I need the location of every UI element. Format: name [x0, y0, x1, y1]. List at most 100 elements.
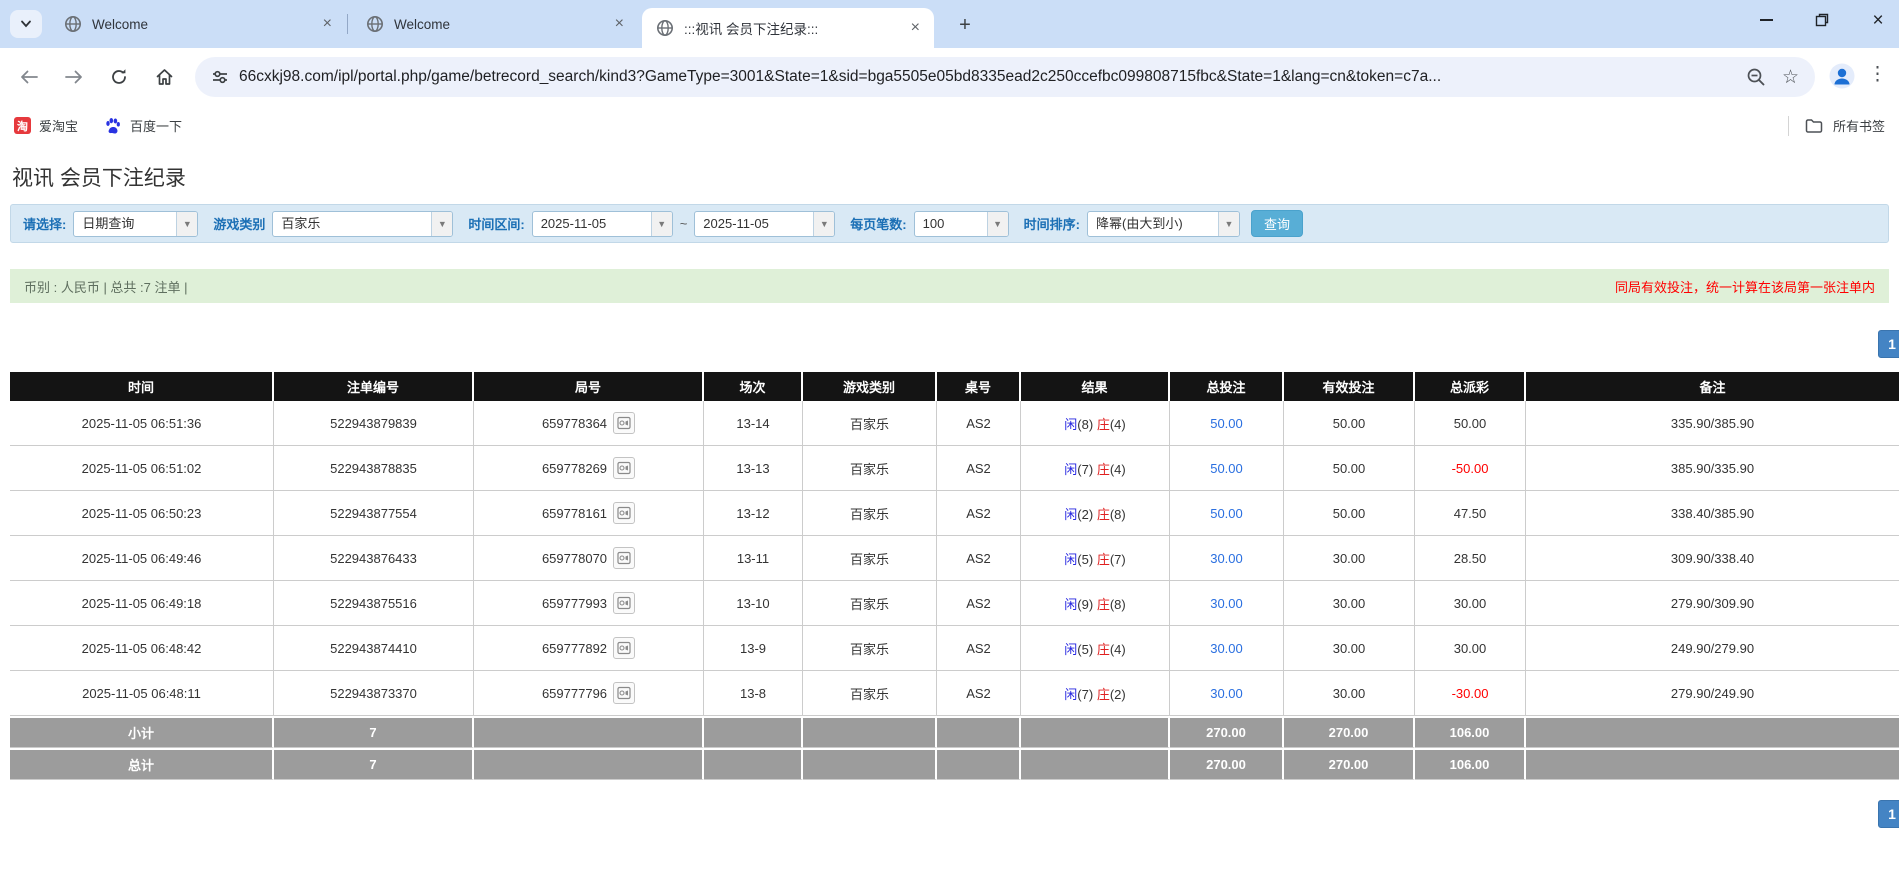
total-row-cell	[803, 748, 937, 780]
result-banker-points: (2)	[1110, 687, 1126, 702]
browser-tab-strip: Welcome × Welcome × :::视讯 会员下注纪录::: × +	[0, 0, 1899, 48]
result-banker: 庄	[1097, 462, 1110, 477]
total-row-cell	[1526, 748, 1899, 780]
date-from-select[interactable]: 2025-11-05 ▼	[532, 211, 673, 237]
video-replay-button[interactable]	[613, 412, 635, 434]
pagination-page-1-bottom[interactable]: 1	[1878, 800, 1899, 828]
pagination-page-1-top[interactable]: 1	[1878, 330, 1899, 358]
tab-search-button[interactable]	[10, 10, 42, 38]
cell-game-type: 百家乐	[803, 401, 937, 446]
bookmark-label: 百度一下	[130, 116, 182, 135]
page-size-select[interactable]: 100 ▼	[914, 211, 1009, 237]
window-minimize-button[interactable]	[1753, 7, 1779, 33]
forward-button[interactable]	[59, 62, 89, 92]
chevron-down-icon[interactable]: ▼	[813, 212, 834, 236]
cell-result: 闲(5) 庄(7)	[1021, 536, 1170, 581]
cell-valid-bet: 50.00	[1284, 401, 1415, 446]
profile-avatar[interactable]	[1829, 63, 1855, 94]
chevron-down-icon[interactable]: ▼	[1218, 212, 1239, 236]
tab-welcome-1[interactable]: Welcome ×	[50, 0, 346, 48]
total-row-cell: 270.00	[1284, 748, 1415, 780]
all-bookmarks-label: 所有书签	[1833, 116, 1885, 135]
person-icon	[1829, 63, 1855, 89]
total-row-cell	[1021, 748, 1170, 780]
cell-time: 2025-11-05 06:48:42	[10, 626, 274, 671]
cell-bet-number: 522943879839	[274, 401, 474, 446]
sort-order-select[interactable]: 降幂(由大到小) ▼	[1087, 211, 1240, 237]
cell-payout: -50.00	[1415, 446, 1526, 491]
tab-close-icon[interactable]: ×	[319, 15, 336, 33]
cell-total-bet: 30.00	[1170, 581, 1284, 626]
url-text[interactable]: 66cxkj98.com/ipl/portal.php/game/betreco…	[239, 68, 1736, 86]
round-number-group: 659777892	[542, 637, 635, 659]
total-bet-link[interactable]: 30.00	[1210, 596, 1243, 611]
total-bet-link[interactable]: 30.00	[1210, 641, 1243, 656]
cell-session: 13-12	[704, 491, 803, 536]
result-banker-points: (8)	[1110, 597, 1126, 612]
tab-title: :::视讯 会员下注纪录:::	[684, 18, 899, 38]
total-bet-link[interactable]: 30.00	[1210, 686, 1243, 701]
cell-bet-number: 522943873370	[274, 671, 474, 716]
chevron-down-icon[interactable]: ▼	[651, 212, 672, 236]
tab-welcome-2[interactable]: Welcome ×	[352, 0, 638, 48]
result-banker-points: (4)	[1110, 462, 1126, 477]
subtotal-row-cell	[1021, 716, 1170, 748]
total-bet-link[interactable]: 50.00	[1210, 506, 1243, 521]
new-tab-button[interactable]: +	[952, 12, 978, 38]
cell-round-number: 659777796	[474, 671, 704, 716]
video-replay-button[interactable]	[613, 592, 635, 614]
result-banker: 庄	[1097, 642, 1110, 657]
game-type-select[interactable]: 百家乐 ▼	[272, 211, 453, 237]
bookmarks-bar: 淘 爱淘宝 百度一下 所有书签	[0, 106, 1899, 145]
video-replay-button[interactable]	[613, 457, 635, 479]
film-icon	[617, 416, 631, 430]
total-bet-link[interactable]: 50.00	[1210, 416, 1243, 431]
result-banker-points: (8)	[1110, 507, 1126, 522]
date-to-select[interactable]: 2025-11-05 ▼	[694, 211, 835, 237]
home-button[interactable]	[149, 62, 179, 92]
cell-bet-number: 522943878835	[274, 446, 474, 491]
sort-order-value: 降幂(由大到小)	[1088, 212, 1218, 236]
cell-round-number: 659777993	[474, 581, 704, 626]
tab-bet-record-active[interactable]: :::视讯 会员下注纪录::: ×	[642, 8, 934, 48]
result-player: 闲	[1064, 552, 1077, 567]
chevron-down-icon[interactable]: ▼	[176, 212, 197, 236]
address-bar[interactable]: 66cxkj98.com/ipl/portal.php/game/betreco…	[195, 57, 1815, 97]
tab-close-icon[interactable]: ×	[611, 15, 628, 33]
round-number-group: 659777796	[542, 682, 635, 704]
query-button[interactable]: 查询	[1251, 210, 1303, 237]
browser-menu-button[interactable]: ⋮	[1868, 63, 1887, 86]
query-type-select[interactable]: 日期查询 ▼	[73, 211, 198, 237]
bookmark-star-icon[interactable]: ☆	[1782, 66, 1799, 89]
video-replay-button[interactable]	[613, 637, 635, 659]
bookmark-baidu[interactable]: 百度一下	[104, 116, 182, 135]
cell-valid-bet: 30.00	[1284, 671, 1415, 716]
chevron-down-icon[interactable]: ▼	[987, 212, 1008, 236]
table-row: 2025-11-05 06:51:36522943879839659778364…	[10, 401, 1899, 446]
chevron-down-icon	[20, 19, 32, 29]
total-bet-link[interactable]: 30.00	[1210, 551, 1243, 566]
cell-note: 338.40/385.90	[1526, 491, 1899, 536]
chevron-down-icon[interactable]: ▼	[431, 212, 452, 236]
cell-table-number: AS2	[937, 581, 1021, 626]
window-maximize-button[interactable]	[1809, 7, 1835, 33]
window-close-button[interactable]: ×	[1865, 7, 1891, 33]
back-button[interactable]	[14, 62, 44, 92]
all-bookmarks[interactable]: 所有书签	[1788, 116, 1885, 136]
video-replay-button[interactable]	[613, 547, 635, 569]
column-header: 时间	[10, 372, 274, 401]
zoom-out-icon[interactable]	[1746, 67, 1766, 87]
film-icon	[617, 641, 631, 655]
forward-arrow-icon	[64, 69, 84, 85]
video-replay-button[interactable]	[613, 502, 635, 524]
total-row-cell: 总计	[10, 748, 274, 780]
video-replay-button[interactable]	[613, 682, 635, 704]
tab-close-icon[interactable]: ×	[907, 19, 924, 37]
reload-button[interactable]	[104, 62, 134, 92]
folder-icon	[1805, 118, 1823, 134]
cell-result: 闲(8) 庄(4)	[1021, 401, 1170, 446]
cell-time: 2025-11-05 06:50:23	[10, 491, 274, 536]
total-bet-link[interactable]: 50.00	[1210, 461, 1243, 476]
game-type-value: 百家乐	[273, 212, 431, 236]
bookmark-aitaobao[interactable]: 淘 爱淘宝	[14, 116, 78, 135]
